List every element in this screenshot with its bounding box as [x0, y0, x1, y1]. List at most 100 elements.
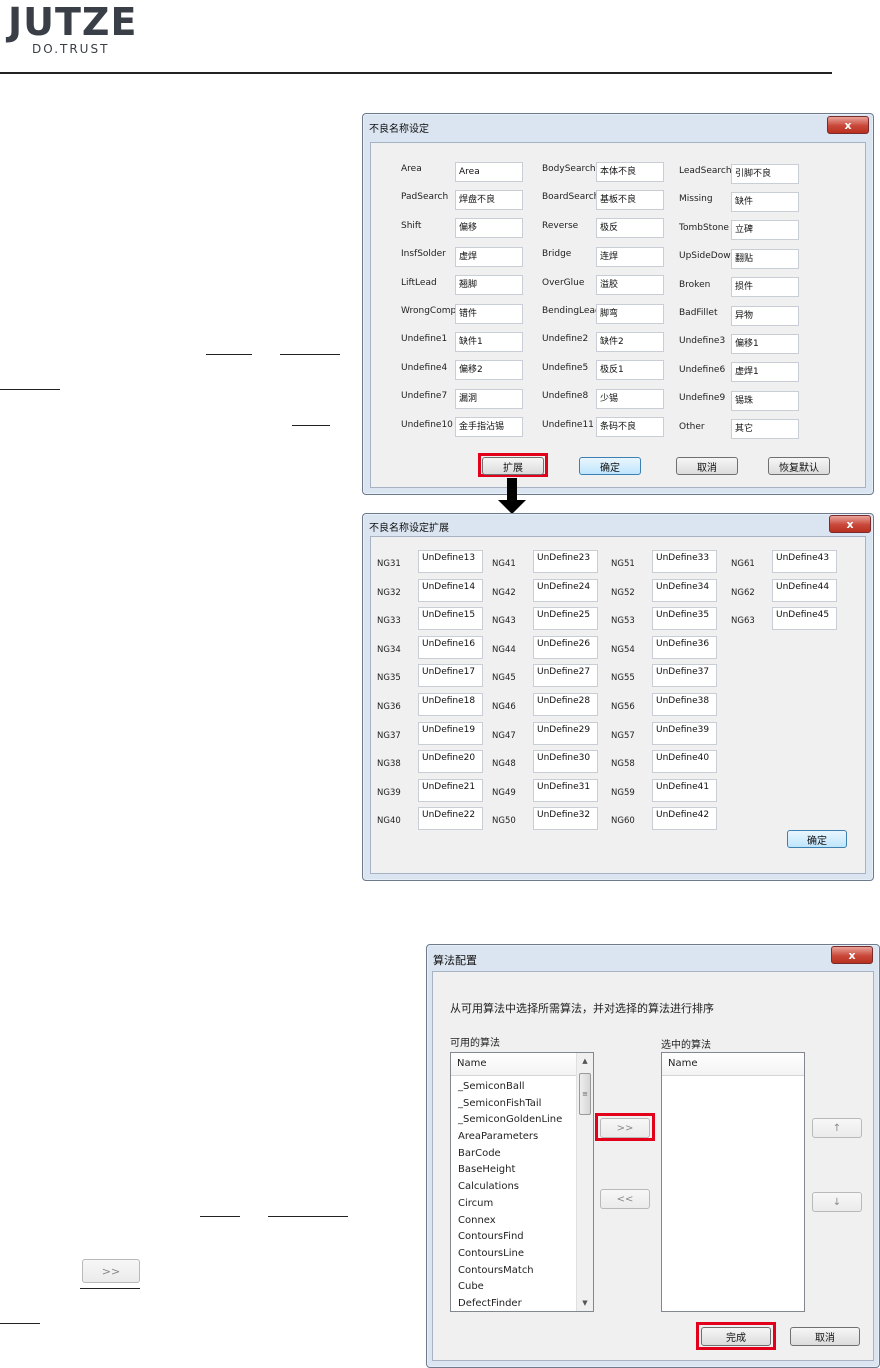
- defect-name-input[interactable]: 异物: [731, 305, 799, 326]
- restore-default-button[interactable]: 恢复默认: [768, 457, 830, 475]
- cancel-button[interactable]: 取消: [676, 457, 738, 475]
- move-down-button[interactable]: ↓: [812, 1192, 862, 1212]
- ng-name-input[interactable]: UnDefine44: [772, 578, 837, 602]
- ng-name-input[interactable]: UnDefine26: [533, 635, 598, 659]
- scrollbar[interactable]: ▲ ≡ ▼: [576, 1053, 593, 1311]
- ext-ok-button[interactable]: 确定: [787, 830, 847, 848]
- defect-name-input[interactable]: 翘脚: [455, 275, 523, 296]
- algorithm-list-item[interactable]: AreaParameters: [451, 1129, 593, 1146]
- side-add-button-illustration[interactable]: >>: [82, 1259, 140, 1283]
- ng-name-input[interactable]: UnDefine37: [652, 664, 717, 688]
- finish-button[interactable]: 完成: [701, 1327, 771, 1346]
- algorithm-list-item[interactable]: _SemiconGoldenLine: [451, 1112, 593, 1129]
- ng-name-input[interactable]: UnDefine17: [418, 664, 483, 688]
- ng-name-input[interactable]: UnDefine43: [772, 550, 837, 573]
- algorithm-list-item[interactable]: ContoursFind: [451, 1229, 593, 1246]
- ng-name-input[interactable]: UnDefine41: [652, 778, 717, 802]
- defect-name-input[interactable]: 缺件: [731, 191, 799, 212]
- ng-name-input[interactable]: UnDefine35: [652, 607, 717, 631]
- ng-name-input[interactable]: UnDefine28: [533, 693, 598, 716]
- algorithm-list-item[interactable]: ContoursLine: [451, 1246, 593, 1263]
- algorithm-list-item[interactable]: _SemiconBall: [451, 1079, 593, 1096]
- defect-name-input[interactable]: 漏洞: [455, 388, 523, 409]
- selected-algorithms-list[interactable]: Name: [661, 1052, 805, 1312]
- defect-name-input[interactable]: 脚弯: [596, 303, 664, 324]
- defect-name-input[interactable]: 偏移: [455, 218, 523, 239]
- ng-name-input[interactable]: UnDefine32: [533, 807, 598, 831]
- close-button[interactable]: x: [827, 116, 869, 134]
- scroll-down-icon[interactable]: ▼: [577, 1295, 593, 1311]
- move-up-button[interactable]: ↑: [812, 1118, 862, 1138]
- algorithm-list-item[interactable]: Cube: [451, 1279, 593, 1296]
- defect-name-input[interactable]: 引脚不良: [731, 163, 799, 184]
- defect-name-input[interactable]: 偏移1: [731, 333, 799, 354]
- defect-name-input[interactable]: 基板不良: [596, 189, 664, 210]
- defect-name-input[interactable]: 损件: [731, 277, 799, 298]
- defect-name-input[interactable]: 连焊: [596, 246, 664, 267]
- defect-name-input[interactable]: 金手指沾锡: [455, 417, 523, 438]
- ng-name-input[interactable]: UnDefine23: [533, 550, 598, 573]
- ok-button[interactable]: 确定: [579, 457, 641, 475]
- available-algorithms-list[interactable]: Name _SemiconBall _SemiconFishTail _Semico…: [450, 1052, 594, 1312]
- scroll-thumb[interactable]: ≡: [579, 1073, 591, 1115]
- defect-name-input[interactable]: 缺件1: [455, 331, 523, 352]
- ng-name-input[interactable]: UnDefine22: [418, 807, 483, 831]
- ng-name-input[interactable]: UnDefine18: [418, 693, 483, 716]
- close-button[interactable]: x: [831, 946, 873, 964]
- ng-name-input[interactable]: UnDefine33: [652, 550, 717, 573]
- defect-name-input[interactable]: 虚焊: [455, 246, 523, 267]
- algorithm-list-item[interactable]: Connex: [451, 1213, 593, 1230]
- defect-name-input[interactable]: 错件: [455, 303, 523, 324]
- algorithm-list-item[interactable]: Circum: [451, 1196, 593, 1213]
- defect-name-input[interactable]: 偏移2: [455, 360, 523, 381]
- defect-name-input[interactable]: 本体不良: [596, 161, 664, 182]
- close-button[interactable]: x: [829, 515, 871, 533]
- ng-name-input[interactable]: UnDefine45: [772, 607, 837, 631]
- algorithm-list-item[interactable]: Calculations: [451, 1179, 593, 1196]
- algorithm-list-item[interactable]: _SemiconFishTail: [451, 1096, 593, 1113]
- remove-algorithm-button[interactable]: <<: [600, 1189, 650, 1209]
- defect-name-input[interactable]: 极反1: [596, 360, 664, 381]
- ng-name-input[interactable]: UnDefine30: [533, 750, 598, 774]
- list-column-header[interactable]: Name: [451, 1053, 593, 1076]
- ng-name-input[interactable]: UnDefine29: [533, 721, 598, 745]
- ng-name-input[interactable]: UnDefine27: [533, 664, 598, 688]
- defect-name-input[interactable]: 条码不良: [596, 417, 664, 438]
- ng-name-input[interactable]: UnDefine36: [652, 635, 717, 659]
- defect-name-input[interactable]: Area: [455, 161, 523, 182]
- defect-name-input[interactable]: 缺件2: [596, 331, 664, 352]
- defect-name-input[interactable]: 锡珠: [731, 390, 799, 411]
- list-column-header[interactable]: Name: [662, 1053, 804, 1076]
- scroll-up-icon[interactable]: ▲: [577, 1053, 593, 1069]
- ng-name-input[interactable]: UnDefine25: [533, 607, 598, 631]
- ng-name-input[interactable]: UnDefine21: [418, 778, 483, 802]
- ng-name-input[interactable]: UnDefine13: [418, 550, 483, 573]
- ng-name-input[interactable]: UnDefine19: [418, 721, 483, 745]
- defect-name-input[interactable]: 溢胶: [596, 275, 664, 296]
- ng-name-input[interactable]: UnDefine31: [533, 778, 598, 802]
- ng-name-input[interactable]: UnDefine20: [418, 750, 483, 774]
- ng-name-input[interactable]: UnDefine39: [652, 721, 717, 745]
- ng-name-input[interactable]: UnDefine16: [418, 635, 483, 659]
- defect-name-input[interactable]: 翻贴: [731, 248, 799, 269]
- ng-name-input[interactable]: UnDefine40: [652, 750, 717, 774]
- defect-name-input[interactable]: 少锡: [596, 388, 664, 409]
- ng-name-input[interactable]: UnDefine14: [418, 578, 483, 602]
- algo-cancel-button[interactable]: 取消: [790, 1327, 860, 1346]
- expand-button[interactable]: 扩展: [482, 457, 544, 475]
- defect-name-input[interactable]: 其它: [731, 419, 799, 440]
- algorithm-list-item[interactable]: ContoursMatch: [451, 1263, 593, 1280]
- defect-name-input[interactable]: 虚焊1: [731, 362, 799, 383]
- algorithm-list-item[interactable]: BaseHeight: [451, 1162, 593, 1179]
- add-algorithm-button[interactable]: >>: [600, 1118, 650, 1138]
- ng-name-input[interactable]: UnDefine15: [418, 607, 483, 631]
- algorithm-list-item[interactable]: BarCode: [451, 1146, 593, 1163]
- ng-name-input[interactable]: UnDefine38: [652, 693, 717, 716]
- defect-name-input[interactable]: 焊盘不良: [455, 189, 523, 210]
- ng-name-input[interactable]: UnDefine34: [652, 578, 717, 602]
- algorithm-list-item[interactable]: DefectFinder: [451, 1296, 593, 1311]
- defect-name-input[interactable]: 立碑: [731, 220, 799, 241]
- ng-name-input[interactable]: UnDefine42: [652, 807, 717, 831]
- defect-name-input[interactable]: 极反: [596, 218, 664, 239]
- ng-name-input[interactable]: UnDefine24: [533, 578, 598, 602]
